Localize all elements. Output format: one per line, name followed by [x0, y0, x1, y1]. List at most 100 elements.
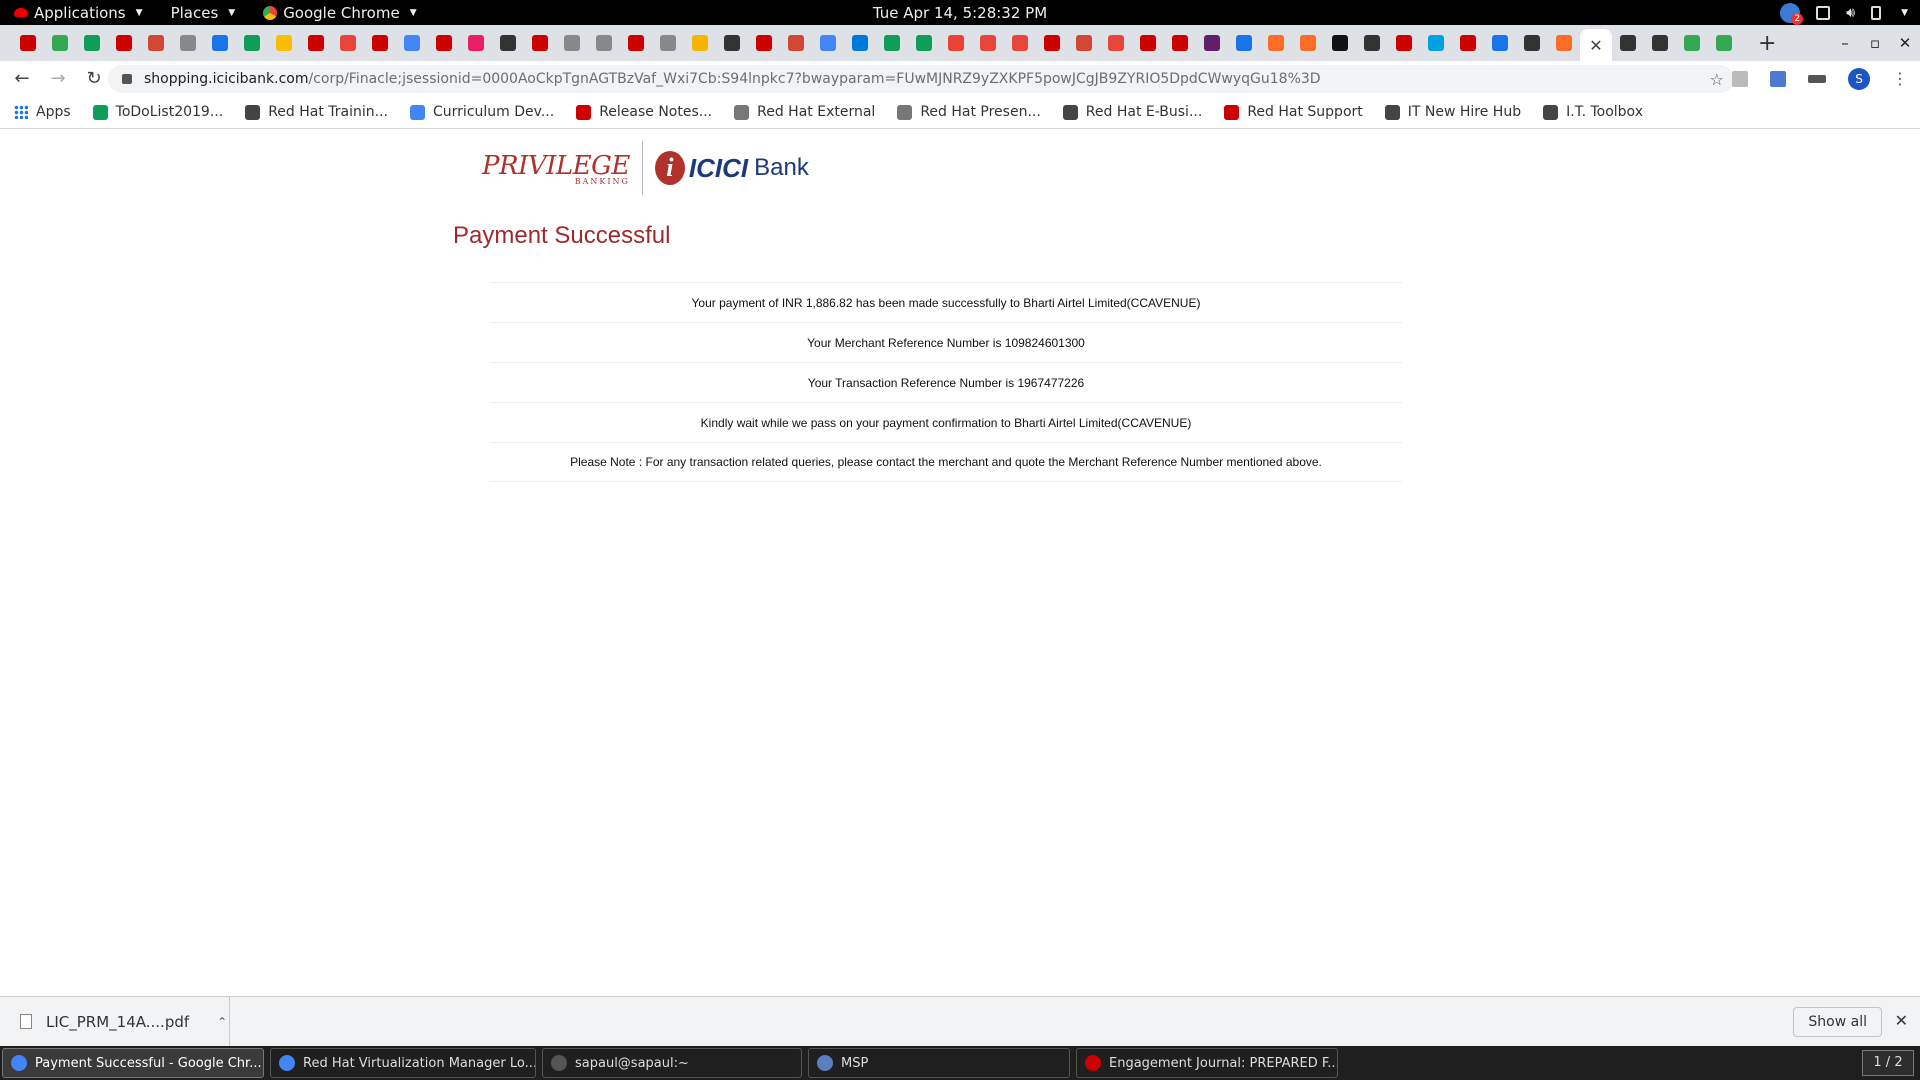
browser-tab[interactable] — [1420, 28, 1452, 58]
browser-tab[interactable] — [716, 28, 748, 58]
browser-tab[interactable] — [108, 28, 140, 58]
show-all-button[interactable]: Show all — [1793, 1007, 1882, 1037]
taskbar-window-button[interactable]: MSP — [808, 1048, 1070, 1078]
taskbar-window-button[interactable]: Engagement Journal: PREPARED F... — [1076, 1048, 1338, 1078]
browser-tab[interactable] — [1036, 28, 1068, 58]
chrome-menu-icon[interactable]: ⋮ — [1892, 69, 1908, 88]
browser-tab[interactable] — [812, 28, 844, 58]
reload-button[interactable]: ↻ — [80, 68, 108, 89]
taskbar-window-button[interactable]: sapaul@sapaul:~ — [542, 1048, 802, 1078]
close-tab-icon[interactable]: ✕ — [1589, 36, 1602, 55]
tab-favicon-icon — [244, 35, 260, 51]
extension-icon[interactable] — [1770, 70, 1786, 87]
browser-tab[interactable] — [460, 28, 492, 58]
taskbar-window-button[interactable]: Payment Successful - Google Chr... — [2, 1048, 264, 1078]
browser-tab[interactable] — [12, 28, 44, 58]
system-tray[interactable]: 2 🔊︎ ▼ — [1780, 2, 1908, 25]
close-shelf-icon[interactable]: ✕ — [1895, 1011, 1908, 1030]
bookmark-item[interactable]: ToDoList2019... — [92, 104, 223, 120]
bookmark-item[interactable]: Release Notes... — [576, 104, 712, 120]
browser-tab[interactable] — [1452, 28, 1484, 58]
browser-tab[interactable] — [1644, 28, 1676, 58]
browser-tab[interactable] — [1196, 28, 1228, 58]
notification-icon[interactable]: 2 — [1780, 2, 1804, 25]
browser-tab[interactable] — [1548, 28, 1580, 58]
browser-tab[interactable] — [428, 28, 460, 58]
bookmark-item[interactable]: I.T. Toolbox — [1543, 104, 1643, 120]
key-icon[interactable] — [1808, 74, 1826, 83]
back-button[interactable]: ← — [8, 68, 36, 89]
browser-tab[interactable] — [1260, 28, 1292, 58]
clock[interactable]: Tue Apr 14, 5:28:32 PM — [873, 4, 1047, 22]
browser-tab[interactable] — [1612, 28, 1644, 58]
browser-tab[interactable] — [1516, 28, 1548, 58]
forward-button[interactable]: → — [44, 68, 72, 89]
extension-icon[interactable] — [1732, 70, 1748, 87]
browser-tab[interactable] — [1068, 28, 1100, 58]
bookmark-item[interactable]: Curriculum Dev... — [410, 104, 554, 120]
browser-tab[interactable] — [396, 28, 428, 58]
browser-tab[interactable] — [1100, 28, 1132, 58]
browser-tab[interactable] — [972, 28, 1004, 58]
bookmark-item[interactable]: Red Hat Presen... — [897, 104, 1041, 120]
browser-tab[interactable] — [1004, 28, 1036, 58]
bookmark-item[interactable]: Red Hat Trainin... — [245, 104, 388, 120]
browser-tab[interactable] — [236, 28, 268, 58]
bookmark-item[interactable]: Red Hat E-Busi... — [1062, 104, 1202, 120]
applications-menu[interactable]: Applications ▼ — [0, 4, 157, 22]
browser-tab[interactable] — [172, 28, 204, 58]
browser-tab[interactable] — [140, 28, 172, 58]
new-tab-button[interactable]: + — [1758, 31, 1776, 56]
browser-tab[interactable] — [44, 28, 76, 58]
browser-tab[interactable] — [1484, 28, 1516, 58]
browser-tab[interactable] — [1292, 28, 1324, 58]
download-item[interactable]: LIC_PRM_14A....pdf ⌃ — [0, 996, 230, 1047]
browser-tab[interactable] — [204, 28, 236, 58]
workspace-indicator[interactable]: 1 / 2 — [1862, 1050, 1914, 1076]
minimize-button[interactable]: – — [1830, 25, 1860, 61]
browser-tab[interactable] — [652, 28, 684, 58]
browser-tab[interactable] — [1164, 28, 1196, 58]
apps-bookmark[interactable]: Apps — [14, 104, 71, 120]
places-menu[interactable]: Places ▼ — [157, 4, 250, 22]
bookmark-item[interactable]: Red Hat Support — [1224, 104, 1363, 120]
chevron-up-icon[interactable]: ⌃ — [217, 1015, 227, 1029]
browser-tab[interactable] — [1132, 28, 1164, 58]
browser-tab[interactable] — [556, 28, 588, 58]
browser-tab[interactable] — [492, 28, 524, 58]
maximize-button[interactable]: ▫ — [1860, 25, 1890, 61]
active-app-menu[interactable]: Google Chrome ▼ — [249, 4, 430, 22]
browser-tab[interactable] — [76, 28, 108, 58]
browser-tab[interactable] — [588, 28, 620, 58]
browser-tab[interactable] — [684, 28, 716, 58]
browser-tab[interactable] — [300, 28, 332, 58]
tab-favicon-icon — [1364, 35, 1380, 51]
browser-tab[interactable] — [1356, 28, 1388, 58]
browser-tab[interactable] — [908, 28, 940, 58]
browser-tab[interactable] — [1324, 28, 1356, 58]
active-tab[interactable]: ✕ — [1580, 29, 1612, 61]
address-bar[interactable]: shopping.icicibank.com /corp/Finacle;jse… — [108, 65, 1734, 93]
browser-tab[interactable] — [1676, 28, 1708, 58]
browser-tab[interactable] — [268, 28, 300, 58]
browser-tab[interactable] — [332, 28, 364, 58]
bookmark-item[interactable]: IT New Hire Hub — [1384, 104, 1521, 120]
tab-favicon-icon — [308, 35, 324, 51]
browser-tab[interactable] — [1388, 28, 1420, 58]
browser-tab[interactable] — [940, 28, 972, 58]
bookmark-star-icon[interactable]: ☆ — [1710, 70, 1724, 89]
browser-tab[interactable] — [844, 28, 876, 58]
browser-tab[interactable] — [524, 28, 556, 58]
browser-tab[interactable] — [1708, 28, 1740, 58]
profile-avatar[interactable]: S — [1848, 67, 1870, 90]
browser-tab[interactable] — [780, 28, 812, 58]
browser-tab[interactable] — [620, 28, 652, 58]
browser-tab[interactable] — [364, 28, 396, 58]
browser-tab[interactable] — [876, 28, 908, 58]
browser-tab[interactable] — [748, 28, 780, 58]
browser-tab[interactable] — [1228, 28, 1260, 58]
bookmark-item[interactable]: Red Hat External — [734, 104, 875, 120]
close-window-button[interactable]: ✕ — [1890, 25, 1920, 61]
lock-icon[interactable] — [122, 74, 132, 84]
taskbar-window-button[interactable]: Red Hat Virtualization Manager Lo... — [270, 1048, 536, 1078]
